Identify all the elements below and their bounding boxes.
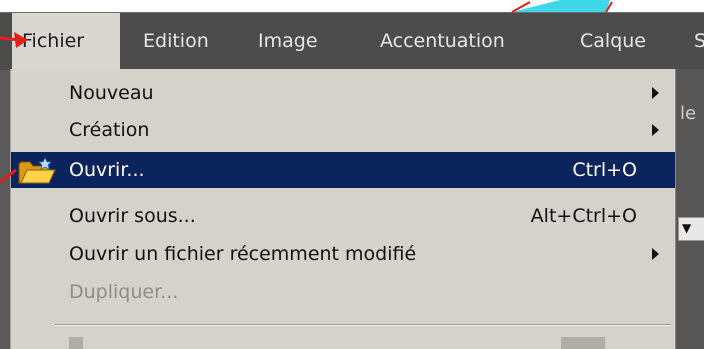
menu-item-label: Ouvrir un fichier récemment modifié xyxy=(69,243,417,265)
menu-item-label: Dupliquer... xyxy=(69,281,179,303)
menu-item-label: Ouvrir... xyxy=(69,159,145,181)
menu-item-label: Nouveau xyxy=(69,82,154,104)
menu-item-label: Création xyxy=(69,119,150,141)
menu-image[interactable]: Image xyxy=(248,13,328,70)
menu-item-ouvrir[interactable]: Ouvrir... Ctrl+O xyxy=(11,152,675,188)
folder-open-icon xyxy=(18,157,56,184)
menu-item-ouvrir-recent[interactable]: Ouvrir un fichier récemment modifié xyxy=(11,236,675,272)
shortcut-label: Alt+Ctrl+O xyxy=(530,205,637,227)
panel-fragment-text: le xyxy=(680,103,697,124)
menu-item-creation[interactable]: Création xyxy=(11,112,675,148)
menu-calque[interactable]: Calque xyxy=(570,13,656,70)
dropdown-arrow-icon: ▼ xyxy=(682,221,692,235)
menu-bar: Fichier Edition Image Accentuation Calqu… xyxy=(0,12,704,70)
submenu-arrow-icon xyxy=(652,87,659,99)
menu-s[interactable]: S xyxy=(684,13,704,70)
menu-item-nouveau[interactable]: Nouveau xyxy=(11,75,675,111)
menu-item-label: Ouvrir sous... xyxy=(69,205,196,227)
cut-off-menu-text: ███ xyxy=(561,337,605,349)
menu-edition[interactable]: Edition xyxy=(133,13,219,70)
cut-off-menu-text: █ xyxy=(69,337,83,349)
shortcut-label: Ctrl+O xyxy=(572,159,637,181)
file-menu-dropdown: Nouveau Création Ouvrir... Ctrl+O Ouvrir… xyxy=(10,69,676,349)
menu-separator xyxy=(55,324,671,326)
submenu-arrow-icon xyxy=(652,248,659,260)
submenu-arrow-icon xyxy=(652,124,659,136)
menu-item-ouvrir-sous[interactable]: Ouvrir sous... Alt+Ctrl+O xyxy=(11,198,675,234)
background-panel: le ▼ xyxy=(676,69,704,349)
menu-item-dupliquer: Dupliquer... xyxy=(11,274,675,310)
menu-accentuation[interactable]: Accentuation xyxy=(370,13,515,70)
menu-fichier[interactable]: Fichier xyxy=(12,13,120,70)
window-top-strip xyxy=(0,0,704,12)
